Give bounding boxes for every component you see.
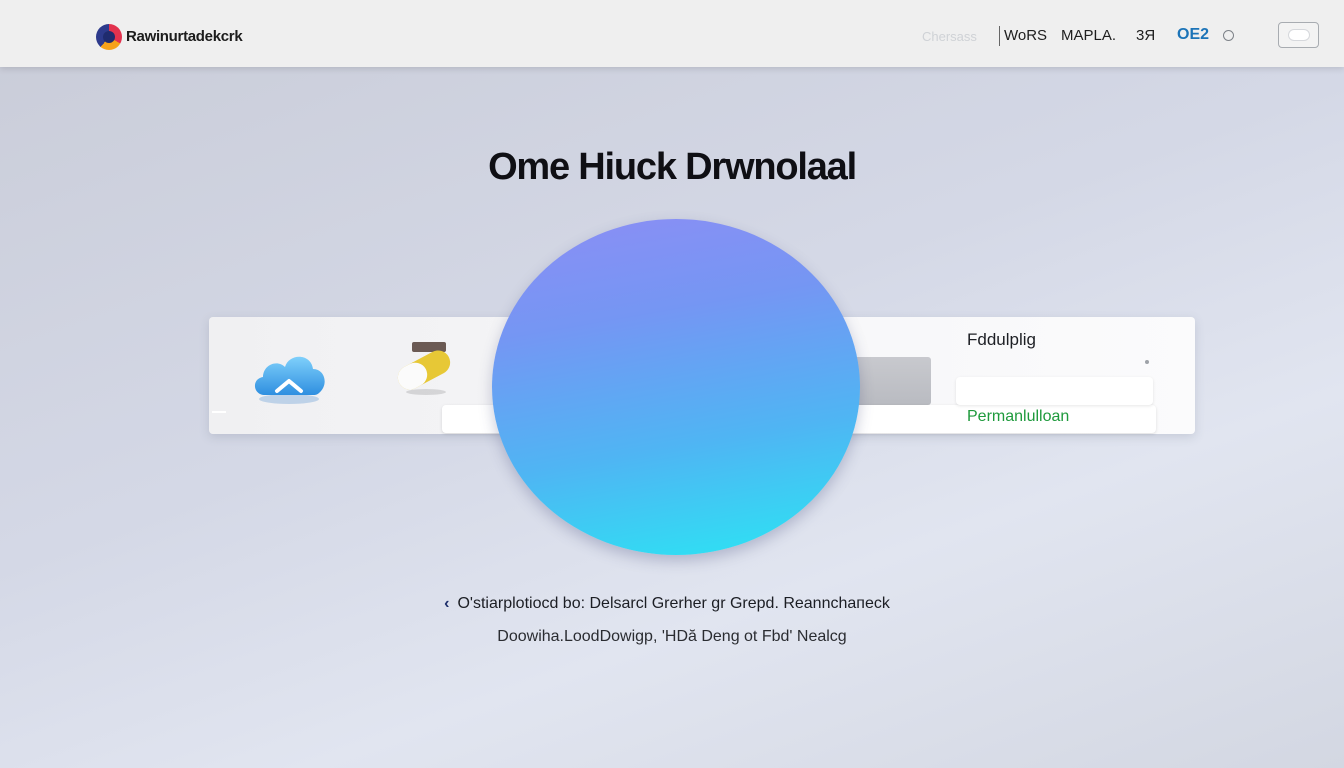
panel-label: Fddulplig <box>967 330 1036 349</box>
file-field[interactable] <box>956 377 1153 405</box>
panel-link[interactable]: Permanlulloan <box>967 408 1069 426</box>
nav-item-faint[interactable]: Chersass <box>922 29 977 44</box>
brand-name[interactable]: Rawinurtadekcrk <box>126 28 243 45</box>
bullet-icon: ‹ <box>444 595 450 612</box>
page-title: Ome Hiuck Drwnolaal <box>488 146 857 188</box>
caption-line-2: Doowiha.LoodDowigp, 'HDă Deng ot Fbd' Ne… <box>497 628 847 645</box>
radio-icon[interactable] <box>1223 30 1234 41</box>
nav-item-2[interactable]: MAPLA. <box>1061 27 1116 44</box>
nav-divider <box>999 26 1000 46</box>
caption-line-1: ‹ O'stiarplotiocd bo: Delsarcl Grerher gr… <box>0 595 1344 613</box>
caption-text-1: O'stiarplotiocd bo: Delsarcl Grerher gr … <box>457 595 890 612</box>
nav-item-1[interactable]: WoRS <box>1004 27 1047 44</box>
nav-item-3[interactable]: 3Я <box>1136 27 1155 44</box>
nav-item-accent[interactable]: OE2 <box>1177 26 1209 44</box>
panel-marker <box>212 411 226 413</box>
status-dot <box>1145 360 1149 364</box>
download-orb-button[interactable] <box>492 219 860 555</box>
top-bar: Rawinurtadekcrk Chersass WoRS MAPLA. 3Я … <box>0 0 1344 67</box>
logo-icon[interactable] <box>96 24 122 50</box>
toggle-button[interactable] <box>1278 22 1319 48</box>
cloud-icon[interactable] <box>249 345 329 407</box>
pill-icon[interactable] <box>392 340 456 396</box>
toggle-icon <box>1288 30 1309 40</box>
